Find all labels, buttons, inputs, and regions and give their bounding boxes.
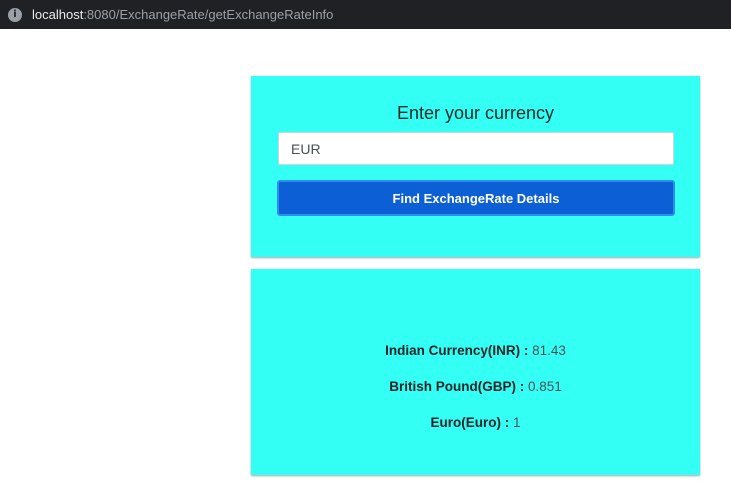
rate-value-gbp: 0.851 bbox=[527, 379, 562, 394]
currency-form-card: Enter your currency Find ExchangeRate De… bbox=[251, 76, 700, 257]
url-path: :8080/ExchangeRate/getExchangeRateInfo bbox=[83, 7, 334, 22]
rate-row-eur: Euro(Euro) : 1 bbox=[251, 415, 700, 430]
rate-row-inr: Indian Currency(INR) : 81.43 bbox=[251, 343, 700, 358]
browser-address-bar[interactable]: i localhost :8080/ExchangeRate/getExchan… bbox=[0, 0, 731, 29]
url-host: localhost bbox=[32, 7, 84, 22]
form-title: Enter your currency bbox=[396, 103, 555, 123]
rate-label-inr: Indian Currency(INR) : bbox=[385, 343, 529, 358]
info-icon[interactable]: i bbox=[8, 7, 22, 22]
exchange-rate-results-card: Indian Currency(INR) : 81.43 British Pou… bbox=[251, 269, 700, 475]
rate-value-eur: 1 bbox=[513, 415, 521, 430]
rate-label-gbp: British Pound(GBP) : bbox=[389, 379, 525, 394]
rate-value-inr: 81.43 bbox=[532, 343, 566, 358]
rate-row-gbp: British Pound(GBP) : 0.851 bbox=[251, 379, 700, 394]
currency-input[interactable] bbox=[278, 132, 674, 165]
find-exchange-rate-button[interactable]: Find ExchangeRate Details bbox=[277, 180, 675, 216]
rate-label-eur: Euro(Euro) : bbox=[430, 415, 510, 430]
